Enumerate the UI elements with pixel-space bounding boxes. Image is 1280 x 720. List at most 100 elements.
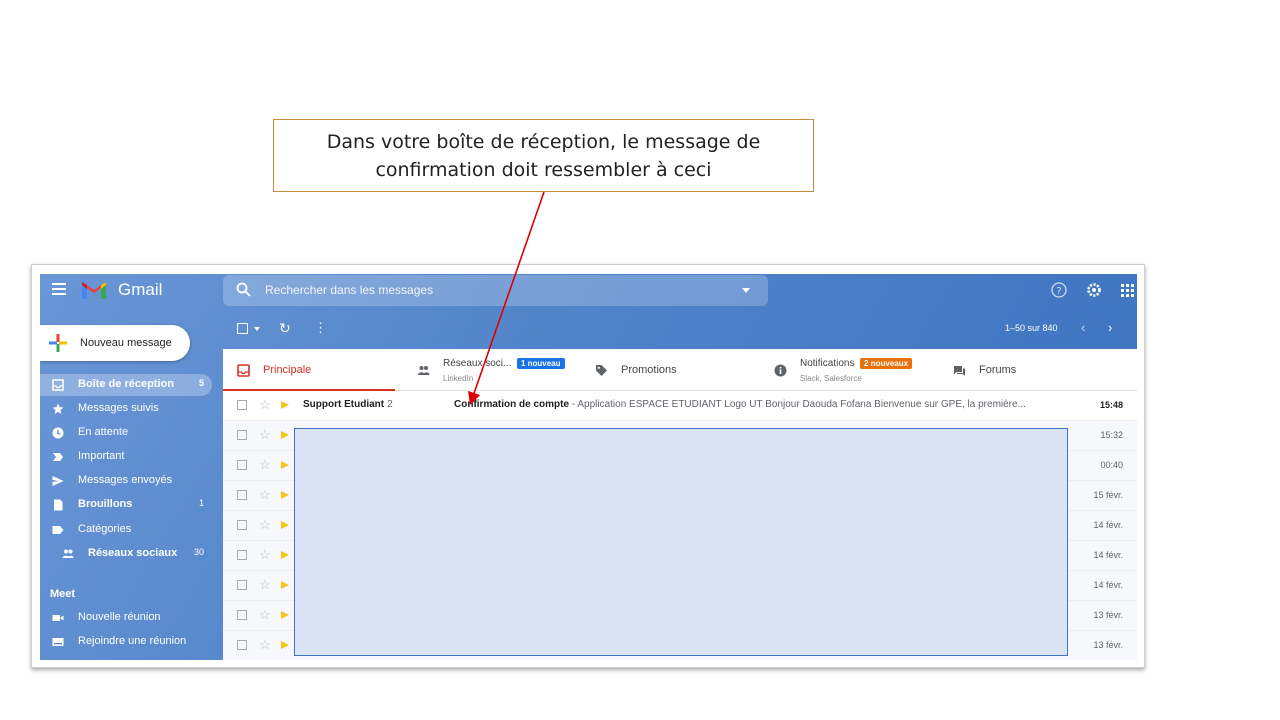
search-options-icon[interactable]: [742, 288, 750, 293]
important-marker-icon[interactable]: [281, 491, 289, 499]
apps-grid-icon[interactable]: [1118, 281, 1136, 299]
next-page-icon[interactable]: ›: [1108, 320, 1112, 335]
callout-line-1: Dans votre boîte de réception, le messag…: [326, 130, 761, 153]
redaction-box: [294, 428, 1068, 656]
row-checkbox[interactable]: [237, 640, 247, 650]
label-icon: [52, 526, 64, 534]
search-placeholder: Rechercher dans les messages: [265, 283, 434, 297]
inbox-icon: [52, 379, 64, 391]
row-checkbox[interactable]: [237, 430, 247, 440]
star-icon[interactable]: ☆: [259, 397, 271, 413]
important-marker-icon[interactable]: [281, 611, 289, 619]
sidebar-item-important[interactable]: Important: [40, 446, 212, 468]
tab-label-text: Notifications: [800, 358, 855, 369]
help-icon[interactable]: ?: [1050, 281, 1068, 299]
search-icon[interactable]: [236, 282, 251, 297]
previous-page-icon[interactable]: ‹: [1081, 320, 1085, 335]
tab-label: Principale: [263, 364, 312, 376]
important-marker-icon[interactable]: [281, 521, 289, 529]
refresh-icon[interactable]: ↻: [279, 320, 291, 337]
star-icon[interactable]: ☆: [259, 457, 271, 473]
pagination-label: 1–50 sur 840: [1005, 323, 1058, 333]
meet-new-meeting[interactable]: Nouvelle réunion: [40, 607, 212, 629]
important-marker-icon[interactable]: [281, 431, 289, 439]
info-icon: [774, 364, 787, 377]
hamburger-menu-icon[interactable]: [52, 283, 66, 295]
email-row[interactable]: ☆ Support Etudiant 2 Confirmation de comp…: [223, 391, 1137, 421]
sidebar-item-count: 1: [198, 498, 204, 508]
tab-primary[interactable]: Principale: [223, 349, 395, 392]
sidebar-item-categories[interactable]: Catégories: [40, 519, 212, 541]
settings-gear-icon[interactable]: [1085, 281, 1103, 299]
sidebar-item-label: Boîte de réception: [78, 378, 174, 390]
tab-label: Notifications 2 nouveaux: [800, 358, 913, 369]
important-marker-icon[interactable]: [281, 551, 289, 559]
callout-line-2: confirmation doit ressembler à ceci: [375, 158, 712, 181]
row-checkbox[interactable]: [237, 520, 247, 530]
row-checkbox[interactable]: [237, 460, 247, 470]
subject-text: Confirmation de compte: [454, 399, 570, 410]
tab-sublabel: LinkedIn: [443, 374, 474, 383]
tab-label: Promotions: [621, 364, 677, 376]
star-icon[interactable]: ☆: [259, 577, 271, 593]
email-time: 14 févr.: [1093, 580, 1123, 590]
new-count-badge: 2 nouveaux: [860, 358, 913, 369]
important-marker-icon[interactable]: [281, 641, 289, 649]
tab-promotions[interactable]: Promotions: [581, 349, 756, 391]
instruction-callout: Dans votre boîte de réception, le messag…: [273, 119, 814, 192]
sidebar-item-count: 5: [198, 378, 204, 388]
meet-item-label: Nouvelle réunion: [78, 611, 161, 623]
sidebar-item-drafts[interactable]: Brouillons 1: [40, 494, 212, 516]
email-time: 15 févr.: [1093, 490, 1123, 500]
category-tabs: Principale Réseaux soci... 1 nouveau Lin…: [223, 349, 1137, 392]
sidebar-item-label: En attente: [78, 426, 129, 438]
row-checkbox[interactable]: [237, 550, 247, 560]
email-subject: Confirmation de compte - Application ESP…: [454, 399, 1026, 410]
sender-name: Support Etudiant: [303, 399, 385, 410]
sidebar-item-sent[interactable]: Messages envoyés: [40, 470, 212, 492]
email-time: 00:40: [1100, 460, 1123, 470]
sidebar-item-count: 30: [193, 547, 204, 557]
tab-label-text: Réseaux soci...: [443, 358, 512, 369]
star-icon[interactable]: ☆: [259, 427, 271, 443]
star-icon[interactable]: ☆: [259, 487, 271, 503]
compose-button[interactable]: Nouveau message: [40, 325, 190, 361]
sidebar-item-label: Messages envoyés: [78, 474, 173, 486]
new-count-badge: 1 nouveau: [516, 358, 565, 369]
important-marker-icon[interactable]: [281, 581, 289, 589]
star-icon[interactable]: ☆: [259, 517, 271, 533]
tab-label: Réseaux soci... 1 nouveau: [443, 358, 565, 369]
tab-updates[interactable]: Notifications 2 nouveaux Slack, Salesfor…: [760, 349, 940, 391]
important-marker-icon[interactable]: [281, 461, 289, 469]
sidebar-item-social[interactable]: Réseaux sociaux 30: [40, 543, 212, 565]
tab-label: Forums: [979, 364, 1017, 376]
compose-label: Nouveau message: [80, 337, 172, 349]
sidebar-item-inbox[interactable]: Boîte de réception 5: [40, 374, 212, 396]
draft-icon: [54, 499, 63, 511]
people-icon: [418, 366, 430, 375]
sidebar-item-starred[interactable]: Messages suivis: [40, 398, 212, 420]
row-checkbox[interactable]: [237, 580, 247, 590]
row-checkbox[interactable]: [237, 610, 247, 620]
sidebar-item-label: Important: [78, 450, 125, 462]
tab-forums[interactable]: Forums: [939, 349, 1114, 391]
star-icon[interactable]: ☆: [259, 547, 271, 563]
meet-join-meeting[interactable]: Rejoindre une réunion: [40, 631, 212, 653]
row-checkbox[interactable]: [237, 400, 247, 410]
star-icon[interactable]: ☆: [259, 637, 271, 653]
star-icon: [52, 403, 64, 414]
search-bar[interactable]: Rechercher dans les messages: [223, 275, 768, 306]
tag-icon: [596, 365, 607, 376]
email-time: 15:48: [1099, 400, 1123, 410]
row-checkbox[interactable]: [237, 490, 247, 500]
more-options-icon[interactable]: ⋮: [314, 320, 327, 336]
select-dropdown-icon[interactable]: [254, 327, 260, 331]
important-marker-icon[interactable]: [281, 401, 289, 409]
select-all-checkbox[interactable]: [237, 323, 248, 334]
tab-social[interactable]: Réseaux soci... 1 nouveau LinkedIn: [403, 349, 578, 391]
forum-icon: [954, 366, 965, 376]
star-icon[interactable]: ☆: [259, 607, 271, 623]
thread-count: 2: [387, 399, 393, 410]
sidebar-item-snoozed[interactable]: En attente: [40, 422, 212, 444]
tab-sublabel: Slack, Salesforce: [800, 374, 862, 383]
